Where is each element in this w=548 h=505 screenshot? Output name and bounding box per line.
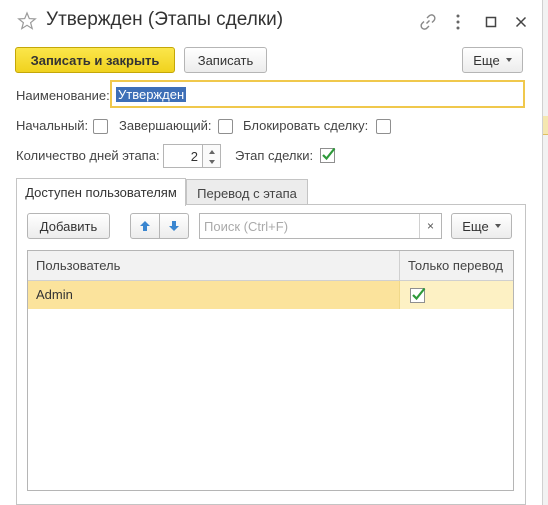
cell-transfer-only[interactable] (400, 281, 513, 309)
search-placeholder: Поиск (Ctrl+F) (204, 219, 289, 234)
block-deal-label: Блокировать сделку: (243, 118, 369, 133)
final-checkbox[interactable] (218, 119, 233, 134)
window-title: Утвержден (Этапы сделки) (46, 9, 284, 30)
title-bar: Утвержден (Этапы сделки) (0, 0, 543, 44)
save-and-close-button[interactable]: Записать и закрыть (15, 47, 175, 73)
initial-checkbox[interactable] (93, 119, 108, 134)
days-input[interactable]: 2 (163, 144, 203, 168)
more-label: Еще (473, 52, 500, 68)
deal-stage-label: Этап сделки: (235, 148, 314, 163)
maximize-icon[interactable] (481, 12, 501, 32)
chevron-down-icon (505, 58, 512, 62)
add-button[interactable]: Добавить (27, 213, 110, 239)
clear-search-icon[interactable]: × (419, 214, 441, 238)
save-button[interactable]: Записать (184, 47, 267, 73)
name-value: Утвержден (116, 87, 187, 102)
users-table[interactable]: Пользователь Только перевод Admin (27, 250, 514, 491)
dialog-window: Утвержден (Этапы сделки) Записать и закр… (0, 0, 543, 505)
close-icon[interactable] (511, 12, 531, 32)
chevron-down-icon (494, 224, 501, 228)
more-button[interactable]: Еще (462, 47, 523, 73)
favorite-star-icon[interactable] (17, 11, 37, 31)
column-header-user[interactable]: Пользователь (28, 251, 400, 281)
arrow-up-icon (140, 221, 150, 231)
table-row[interactable]: Admin (28, 281, 513, 309)
more-options-icon[interactable] (448, 12, 468, 32)
move-down-button[interactable] (159, 213, 189, 239)
name-field[interactable]: Утвержден (110, 80, 525, 108)
cell-user[interactable]: Admin (28, 281, 400, 309)
block-deal-checkbox[interactable] (376, 119, 391, 134)
final-label: Завершающий: (119, 118, 212, 133)
table-more-label: Еще (462, 218, 489, 234)
checkmark-icon (410, 287, 426, 303)
move-up-button[interactable] (130, 213, 160, 239)
background-window-strip (543, 116, 548, 134)
arrow-down-icon (169, 221, 179, 231)
tab-transfer-from-stage[interactable]: Перевод с этапа (186, 179, 308, 206)
tab-available-to-users[interactable]: Доступен пользователям (16, 178, 186, 206)
deal-stage-checkbox[interactable] (319, 147, 336, 163)
column-header-transfer-only[interactable]: Только перевод (400, 251, 513, 281)
days-stepper[interactable] (203, 144, 221, 168)
name-label: Наименование: (16, 88, 110, 103)
initial-label: Начальный: (16, 118, 89, 133)
table-header: Пользователь Только перевод (28, 251, 513, 281)
days-value: 2 (190, 149, 198, 164)
background-window-line (543, 134, 548, 135)
checkmark-icon (320, 147, 336, 163)
search-input[interactable]: Поиск (Ctrl+F) × (199, 213, 442, 239)
stepper-arrows-icon (209, 150, 215, 164)
days-label: Количество дней этапа: (16, 148, 160, 163)
link-icon[interactable] (418, 12, 438, 32)
table-more-button[interactable]: Еще (451, 213, 512, 239)
